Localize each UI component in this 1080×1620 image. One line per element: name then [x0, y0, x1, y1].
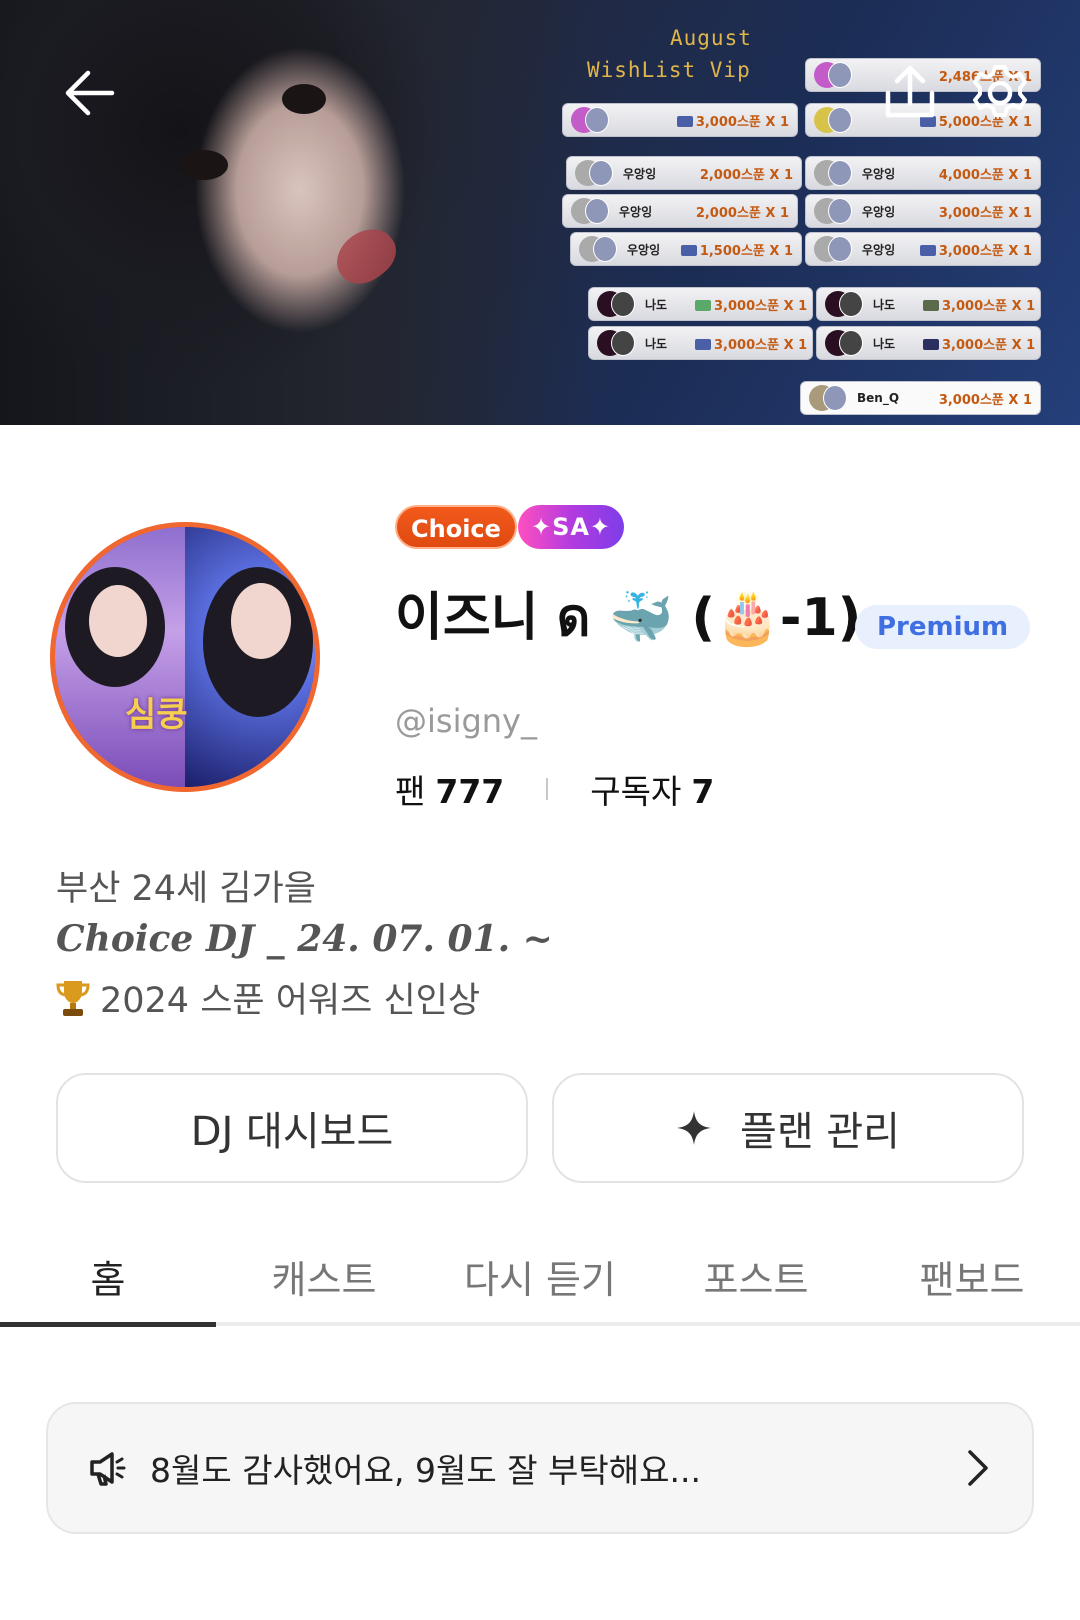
back-button[interactable]: [55, 58, 125, 128]
wishlist-row: 우앙잉 4,000스푼 X 1: [805, 156, 1041, 190]
tab-post[interactable]: 포스트: [648, 1225, 864, 1330]
plan-manage-label: 플랜 관리: [740, 1109, 900, 1155]
notice-banner[interactable]: 8월도 감사했어요, 9월도 잘 부탁해요...: [46, 1402, 1034, 1534]
fans-stat[interactable]: 팬 777: [395, 765, 504, 813]
settings-button[interactable]: [965, 58, 1035, 128]
fans-count: 777: [435, 772, 505, 811]
tab-active-indicator: [0, 1322, 216, 1327]
wishlist-row: 우앙잉 2,000스푼 X 1: [562, 194, 798, 228]
wishlist-row: Ben_Q 3,000스푼 X 1: [800, 381, 1041, 415]
profile-banner: August WishList Vip 2,486스푼 X 1 3,000스푼 …: [0, 0, 1080, 425]
wishlist-title: August WishList Vip: [587, 26, 752, 82]
profile-stats: 팬 777 구독자 7: [395, 765, 714, 813]
subscribers-count: 7: [691, 772, 715, 811]
dj-dashboard-button[interactable]: DJ 대시보드: [56, 1073, 528, 1183]
wishlist-row: 나도 3,000스푼 X 1: [816, 287, 1041, 321]
tab-fanboard[interactable]: 팬보드: [864, 1225, 1080, 1330]
chevron-right-icon: [968, 1450, 988, 1486]
notice-text: 8월도 감사했어요, 9월도 잘 부탁해요...: [150, 1451, 701, 1490]
tab-cast[interactable]: 캐스트: [216, 1225, 432, 1330]
wishlist-row: 나도 3,000스푼 X 1: [588, 287, 813, 321]
bio-line-1: 부산 24세 김가을: [56, 869, 316, 909]
back-arrow-icon: [65, 70, 115, 116]
wishlist-row: 나도 3,000스푼 X 1: [588, 326, 813, 360]
avatar-sticker-text: 심쿵: [125, 695, 188, 735]
dj-dashboard-label: DJ 대시보드: [190, 1109, 394, 1155]
bio-line-2: Choice DJ _ 24. 07. 01. ~: [56, 918, 553, 960]
wishlist-row: 우앙잉 2,000스푼 X 1: [566, 156, 802, 190]
bio-line-3: 2024 스푼 어워즈 신인상: [56, 972, 480, 1023]
gear-icon: [973, 65, 1027, 117]
share-button[interactable]: [875, 58, 945, 128]
share-icon: [885, 65, 935, 118]
tab-replay[interactable]: 다시 듣기: [432, 1225, 648, 1330]
subscribers-stat[interactable]: 구독자 7: [590, 765, 714, 813]
premium-badge: Premium: [855, 605, 1031, 649]
avatar[interactable]: 심쿵: [50, 522, 320, 792]
megaphone-icon: [90, 1452, 126, 1486]
tab-home[interactable]: 홈: [0, 1225, 216, 1330]
sparkle-icon: [677, 1111, 712, 1145]
trophy-icon: [56, 981, 90, 1016]
sa-badge: ✦SA✦: [518, 505, 624, 549]
stats-divider: [546, 778, 549, 800]
wishlist-row: 우앙잉 3,000스푼 X 1: [805, 194, 1041, 228]
wishlist-row: 우앙잉 1,500스푼 X 1: [570, 232, 802, 266]
wishlist-row: 3,000스푼 X 1: [562, 103, 798, 137]
choice-badge: Choice: [395, 505, 517, 549]
profile-tabs: 홈 캐스트 다시 듣기 포스트 팬보드: [0, 1225, 1080, 1330]
profile-handle: @isigny_: [395, 702, 537, 740]
wishlist-row: 우앙잉 3,000스푼 X 1: [805, 232, 1041, 266]
subscribers-label: 구독자: [590, 772, 682, 811]
profile-name: 이즈니 ด 🐳 (🎂-1): [395, 588, 862, 648]
wishlist-row: 나도 3,000스푼 X 1: [816, 326, 1041, 360]
plan-manage-button[interactable]: 플랜 관리: [552, 1073, 1024, 1183]
fans-label: 팬: [395, 772, 426, 811]
